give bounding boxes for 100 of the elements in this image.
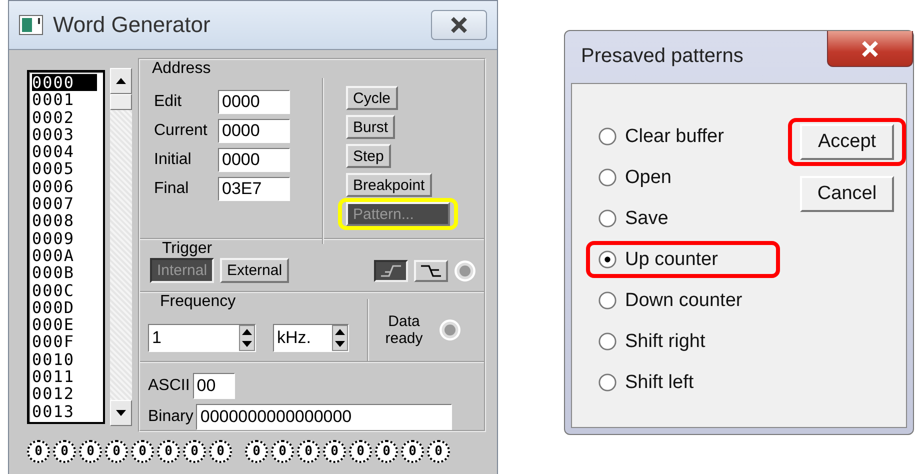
- address-item[interactable]: 000E: [32, 316, 97, 334]
- bit-indicator: 0: [323, 440, 346, 463]
- indicator-icon: [439, 319, 461, 341]
- address-item[interactable]: 000B: [32, 264, 97, 282]
- close-button[interactable]: [827, 31, 913, 67]
- field-label: Initial: [154, 151, 192, 169]
- spin-arrows-icon: [332, 325, 348, 351]
- close-icon: [448, 16, 470, 34]
- group-label: Frequency: [159, 293, 237, 311]
- option-label: Open: [625, 166, 672, 188]
- option-label: Shift right: [625, 330, 706, 352]
- bit-indicator: 0: [53, 440, 76, 463]
- bit-indicator: 0: [349, 440, 372, 463]
- address-item[interactable]: 0002: [32, 108, 97, 126]
- bit-indicator: 0: [297, 440, 320, 463]
- bit-indicator: 0: [245, 440, 268, 463]
- radio-button[interactable]: [598, 332, 617, 351]
- edge-button[interactable]: [374, 260, 408, 282]
- address-item[interactable]: 000C: [32, 282, 97, 299]
- bit-indicator: 0: [131, 440, 154, 463]
- dialog-button[interactable]: Accept: [800, 124, 894, 160]
- address-item[interactable]: 0013: [32, 402, 97, 420]
- field-label: Binary: [148, 408, 194, 426]
- address-item[interactable]: 0000: [32, 74, 97, 92]
- bit-indicator: 0: [105, 440, 128, 463]
- address-item[interactable]: 0012: [32, 385, 97, 403]
- address-item[interactable]: 000F: [32, 333, 97, 351]
- command-button[interactable]: Burst: [346, 115, 396, 139]
- down-arrow-icon: [116, 410, 126, 416]
- bit-indicator: 0: [375, 440, 398, 463]
- address-item[interactable]: 0010: [32, 350, 97, 368]
- address-item[interactable]: 000A: [32, 246, 97, 264]
- address-item[interactable]: 0001: [32, 91, 97, 109]
- command-button[interactable]: Step: [346, 144, 391, 168]
- rising-edge-icon: [379, 264, 403, 276]
- dialog-button[interactable]: Cancel: [800, 176, 894, 212]
- bit-indicator: 0: [209, 440, 232, 463]
- bit-indicator: 0: [79, 440, 102, 463]
- up-arrow-icon: [116, 78, 126, 84]
- address-item[interactable]: 0003: [32, 126, 97, 144]
- address-item[interactable]: 0007: [32, 195, 97, 212]
- address-item[interactable]: 0011: [32, 368, 97, 386]
- app-icon: [19, 15, 43, 35]
- close-button[interactable]: [431, 10, 487, 40]
- bit-indicator: 0: [157, 440, 180, 463]
- scroll-up-button[interactable]: [110, 68, 132, 94]
- command-button[interactable]: Breakpoint: [346, 173, 432, 197]
- window-title: Word Generator: [53, 12, 212, 38]
- address-field[interactable]: 0000: [218, 119, 290, 143]
- scroll-thumb[interactable]: [110, 94, 132, 110]
- address-item[interactable]: 0005: [32, 160, 97, 178]
- command-button[interactable]: Cycle: [346, 86, 398, 110]
- pattern-radio-option[interactable]: Save: [598, 208, 668, 230]
- pattern-radio-option[interactable]: Open: [598, 166, 672, 188]
- address-item[interactable]: 0004: [32, 143, 97, 160]
- option-label: Shift left: [625, 372, 694, 394]
- trigger-source-button[interactable]: External: [220, 258, 290, 283]
- radio-button[interactable]: [598, 127, 617, 146]
- radio-button[interactable]: [598, 291, 617, 310]
- radio-button[interactable]: [598, 373, 617, 392]
- bit-indicator: 0: [427, 440, 450, 463]
- indicator-icon: [454, 260, 476, 282]
- bit-indicator: 0: [27, 440, 50, 463]
- dialog-title: Presaved patterns: [581, 45, 744, 68]
- pattern-radio-option[interactable]: Shift right: [598, 330, 706, 352]
- close-icon: [859, 40, 881, 58]
- scroll-down-button[interactable]: [110, 400, 132, 426]
- bit-indicator: 0: [401, 440, 424, 463]
- radio-button[interactable]: [598, 168, 617, 187]
- option-label: Clear buffer: [625, 126, 724, 148]
- radio-button[interactable]: [598, 209, 617, 228]
- option-label: Down counter: [625, 290, 742, 312]
- group-label: Trigger: [161, 240, 214, 258]
- ascii-field[interactable]: 00: [192, 373, 235, 399]
- pattern-radio-option[interactable]: Shift left: [598, 372, 694, 394]
- radio-button[interactable]: [598, 250, 617, 269]
- address-item[interactable]: 0008: [32, 212, 97, 230]
- address-field[interactable]: 0000: [218, 90, 290, 114]
- falling-edge-icon: [419, 264, 443, 276]
- frequency-spinbox[interactable]: 1: [148, 324, 256, 352]
- field-label: ASCII: [148, 377, 190, 395]
- field-label: Final: [154, 180, 190, 198]
- pattern-radio-option[interactable]: Clear buffer: [598, 126, 724, 148]
- address-item[interactable]: 0009: [32, 230, 97, 247]
- option-label: Up counter: [625, 248, 718, 270]
- field-label: Edit: [154, 93, 183, 111]
- group-label: Address: [151, 60, 212, 78]
- address-item[interactable]: 000D: [32, 298, 97, 316]
- address-item[interactable]: 0006: [32, 178, 97, 196]
- scrollbar[interactable]: [110, 68, 132, 426]
- address-field[interactable]: 0000: [218, 148, 290, 172]
- address-field[interactable]: 03E7: [218, 177, 290, 201]
- pattern-radio-option[interactable]: Down counter: [598, 290, 742, 312]
- bit-indicator: 0: [183, 440, 206, 463]
- unit-spinbox[interactable]: kHz.: [273, 324, 349, 352]
- address-list[interactable]: 0000 0001 0002 0003 0004 0005 0006 0007 0008 0009 000A 000B 000C 000D 000E 000F 0010 0011 0012 0013: [27, 70, 105, 424]
- spin-arrows-icon: [239, 325, 255, 351]
- data-ready-label: Data ready: [384, 313, 424, 347]
- binary-field[interactable]: 0000000000000000: [196, 404, 452, 430]
- pattern-radio-option[interactable]: Up counter: [598, 248, 718, 270]
